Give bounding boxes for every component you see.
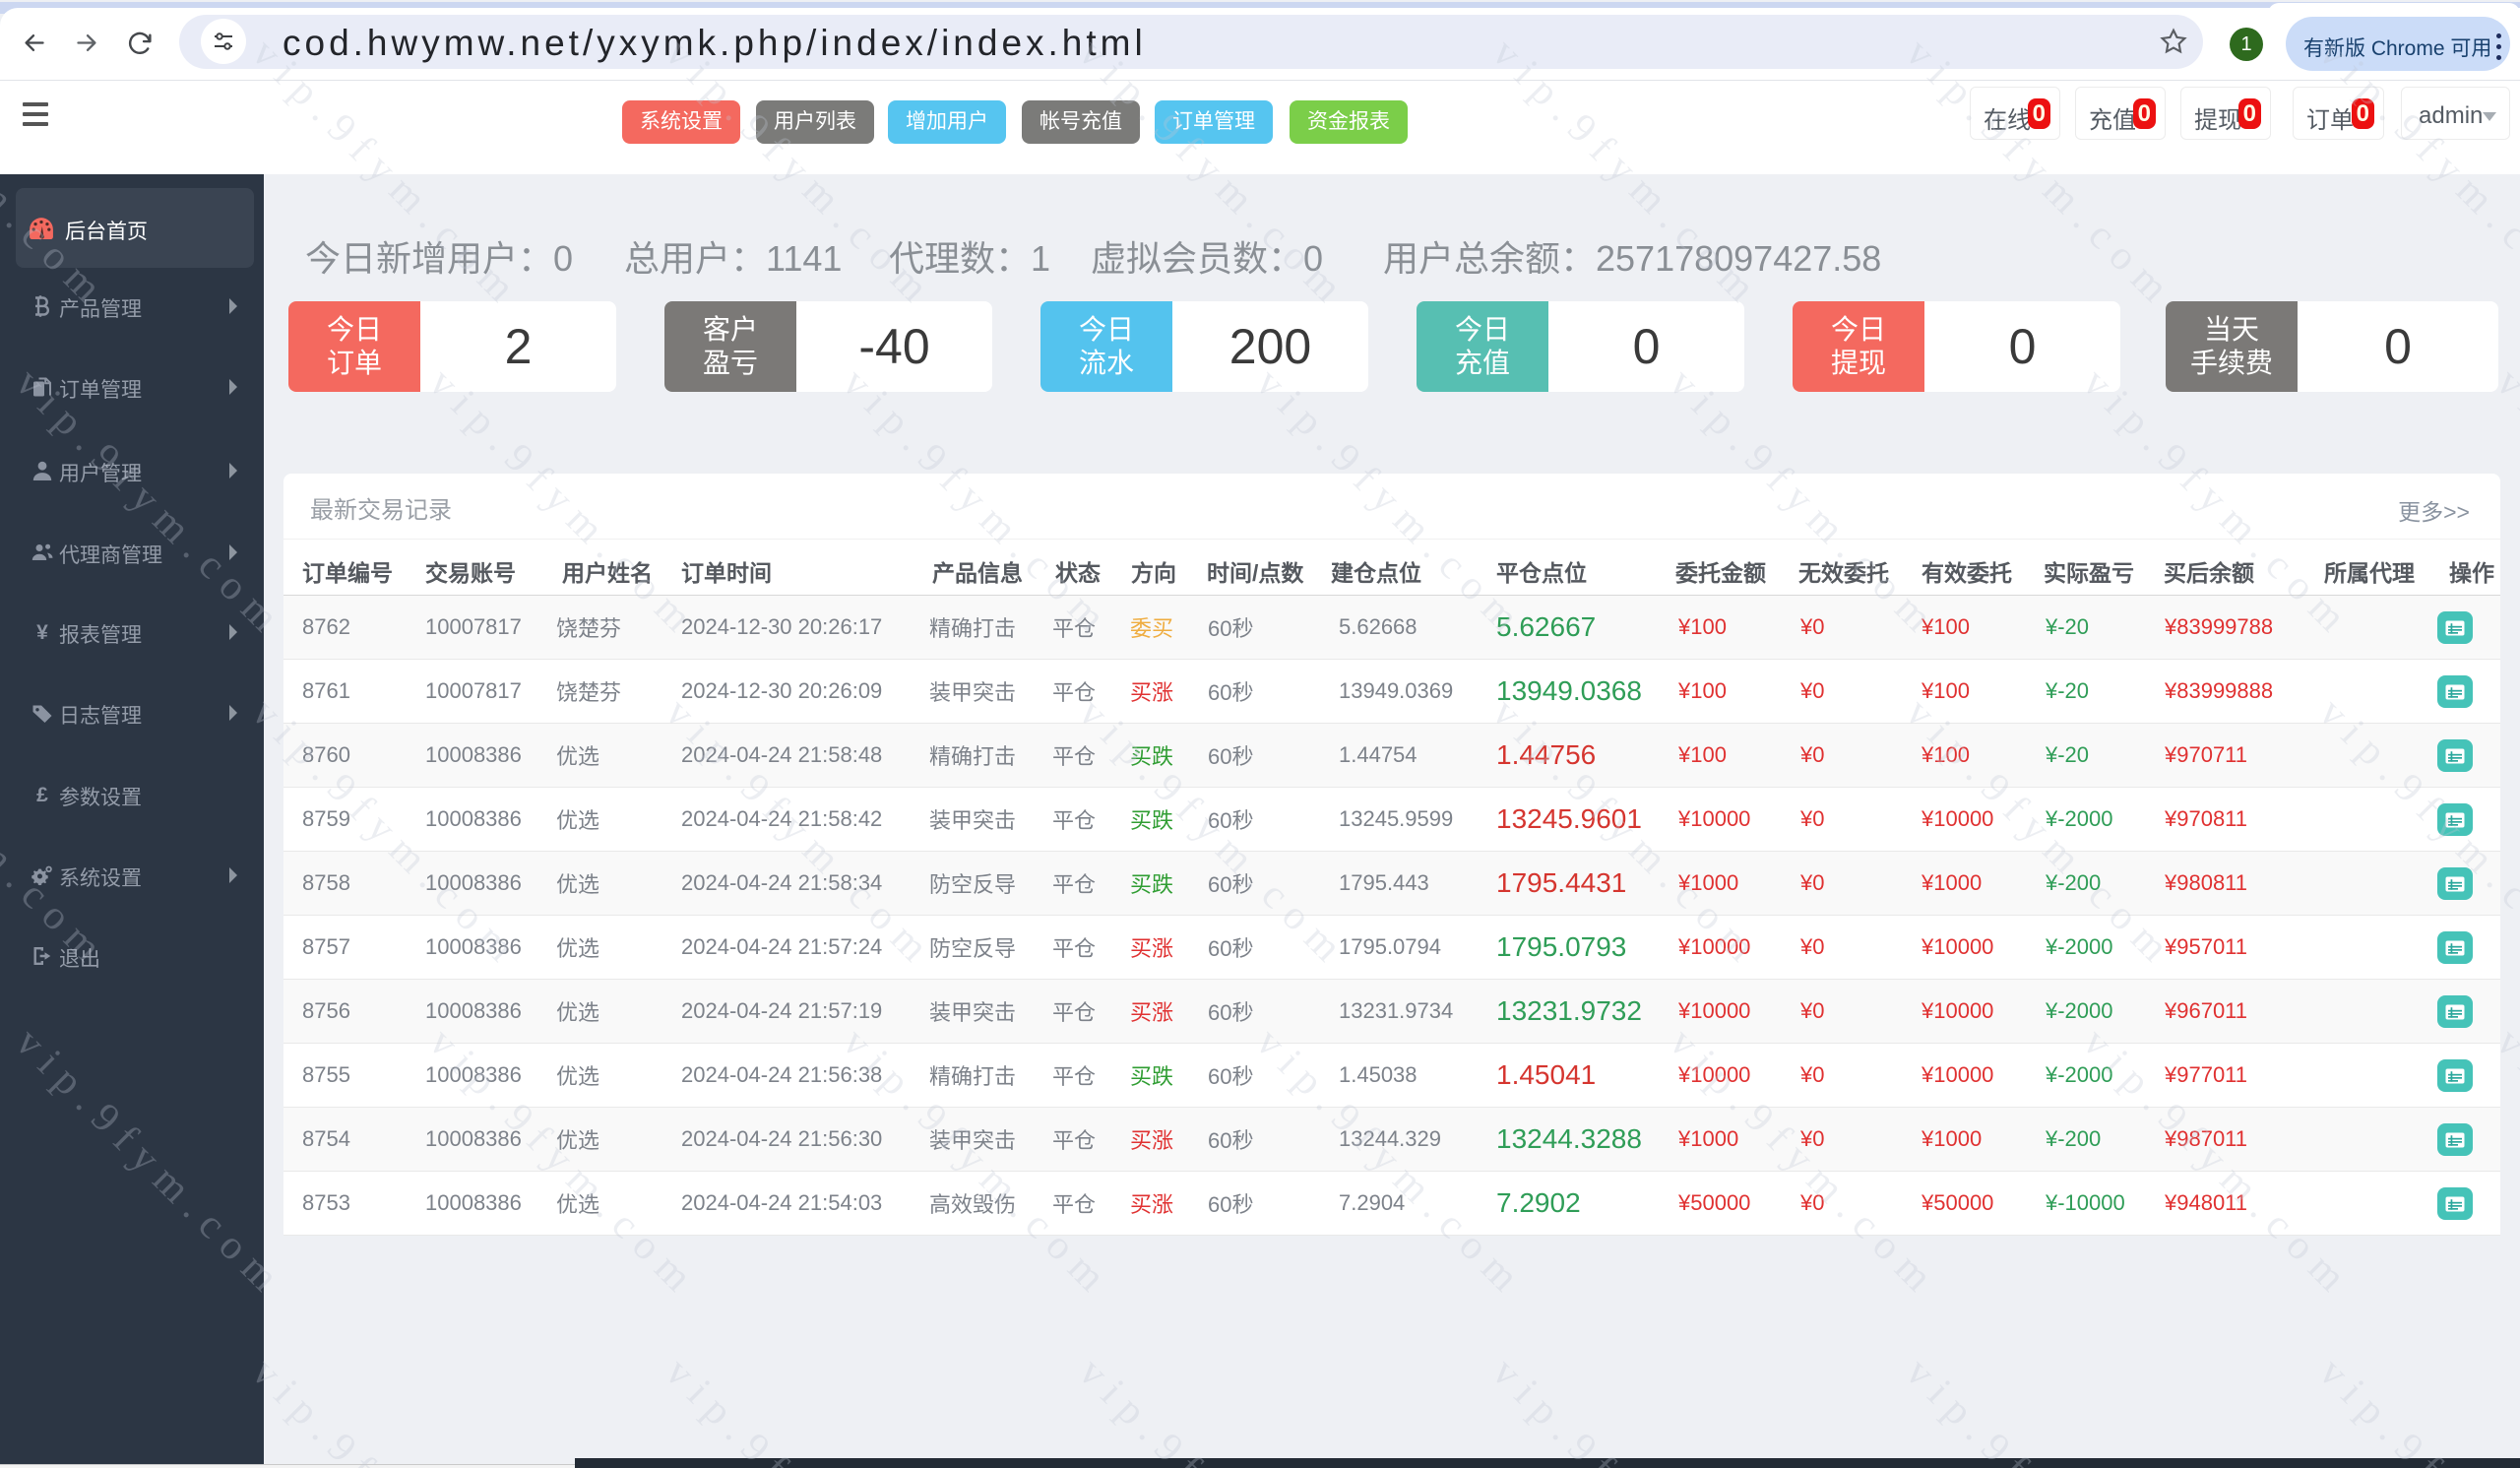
svg-text:¥: ¥ [36,621,48,644]
svg-text:£: £ [36,784,48,806]
